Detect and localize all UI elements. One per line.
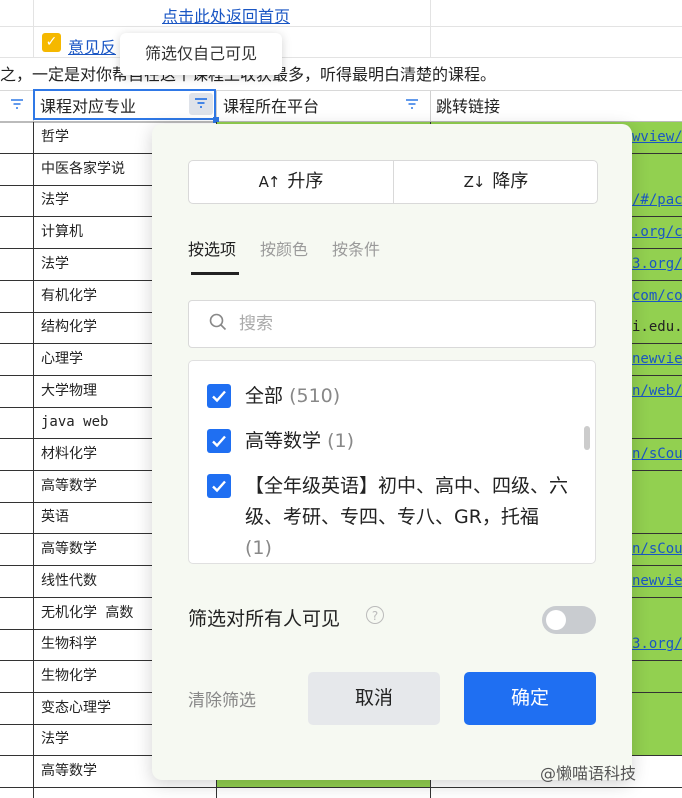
- search-input[interactable]: [237, 301, 581, 347]
- link-cell[interactable]: com/co: [632, 281, 682, 312]
- grid-line: [33, 0, 34, 57]
- filter-icon[interactable]: [405, 98, 419, 112]
- filter-tooltip: 筛选仅自己可见: [120, 33, 282, 75]
- checkbox-badge-icon: ✓: [42, 33, 61, 52]
- option-count: (1): [327, 430, 354, 452]
- home-link[interactable]: 点击此处返回首页: [162, 3, 290, 27]
- link-cell[interactable]: /#/pac: [632, 185, 682, 216]
- search-box: [188, 300, 596, 348]
- filter-panel: A↑升序 Z↓降序 按选项 按颜色 按条件 全部 (510) 高等数学 (1) …: [152, 124, 632, 780]
- active-filter-button[interactable]: [189, 93, 213, 115]
- option-item[interactable]: 【全年级英语】初中、高中、四级、六级、考研、专四、专八、GR，托福 (1): [207, 471, 569, 563]
- link-cell[interactable]: n/sCou: [632, 534, 682, 565]
- help-icon[interactable]: ?: [366, 606, 384, 624]
- option-item[interactable]: 全部 (510): [207, 381, 567, 412]
- option-item[interactable]: 高等数学 (1): [207, 426, 567, 457]
- link-cell[interactable]: 3.org/: [632, 249, 682, 280]
- clear-filter-button[interactable]: 清除筛选: [188, 686, 256, 711]
- feedback-link[interactable]: 意见反: [68, 34, 116, 58]
- watermark-text: @懒喵语科技: [540, 764, 637, 783]
- link-cell[interactable]: .org/c: [632, 217, 682, 248]
- option-count: (1): [245, 537, 272, 559]
- sort-group: A↑ 升序 Z↓ 降序: [188, 160, 598, 204]
- link-cell[interactable]: newvie: [632, 566, 682, 597]
- tab-by-option[interactable]: 按选项: [188, 236, 236, 260]
- visible-to-all-toggle[interactable]: [542, 606, 596, 634]
- confirm-button[interactable]: 确定: [464, 672, 596, 725]
- checkbox-checked-icon[interactable]: [207, 474, 231, 498]
- tab-by-color[interactable]: 按颜色: [260, 236, 308, 260]
- list-scrollbar[interactable]: [584, 426, 590, 450]
- sort-descending-button[interactable]: Z↓ 降序: [393, 161, 598, 203]
- link-cell[interactable]: 3.org/: [632, 629, 682, 660]
- sort-ascending-icon: A↑: [258, 173, 281, 191]
- option-label: 高等数学: [245, 430, 322, 452]
- filter-icon: [195, 98, 207, 108]
- home-row: [0, 0, 682, 27]
- active-tab-indicator: [191, 272, 239, 275]
- filter-icon[interactable]: [10, 98, 24, 112]
- option-label: 全部: [245, 385, 284, 407]
- link-cell[interactable]: i.edu.: [632, 312, 682, 343]
- search-icon: [209, 313, 227, 331]
- visible-to-all-label: 筛选对所有人可见: [188, 608, 341, 630]
- header-platform[interactable]: 课程所在平台: [223, 91, 319, 121]
- grid-line: [430, 0, 431, 57]
- link-cell[interactable]: newvie: [632, 344, 682, 375]
- link-cell[interactable]: wview/: [632, 122, 682, 153]
- link-cell[interactable]: n/web/: [632, 376, 682, 407]
- header-separator: [430, 91, 431, 121]
- option-label: 【全年级英语】初中、高中、四级、六级、考研、专四、专八、GR，托福: [245, 475, 569, 528]
- banner-text: 之，一定是对你帮自在这个课程上收获最多，听得最明白清楚的课程。: [0, 60, 682, 90]
- toggle-knob: [546, 610, 566, 630]
- link-cell[interactable]: n/sCou: [632, 439, 682, 470]
- grid-line: [33, 122, 34, 798]
- header-link[interactable]: 跳转链接: [436, 91, 500, 121]
- checkbox-checked-icon[interactable]: [207, 384, 231, 408]
- cancel-button[interactable]: 取消: [308, 672, 440, 725]
- sort-descending-icon: Z↓: [463, 173, 486, 191]
- option-count: (510): [289, 385, 341, 407]
- option-list: 全部 (510) 高等数学 (1) 【全年级英语】初中、高中、四级、六级、考研、…: [188, 360, 596, 564]
- tab-by-condition[interactable]: 按条件: [332, 236, 380, 260]
- sort-ascending-button[interactable]: A↑ 升序: [189, 161, 393, 203]
- checkbox-checked-icon[interactable]: [207, 429, 231, 453]
